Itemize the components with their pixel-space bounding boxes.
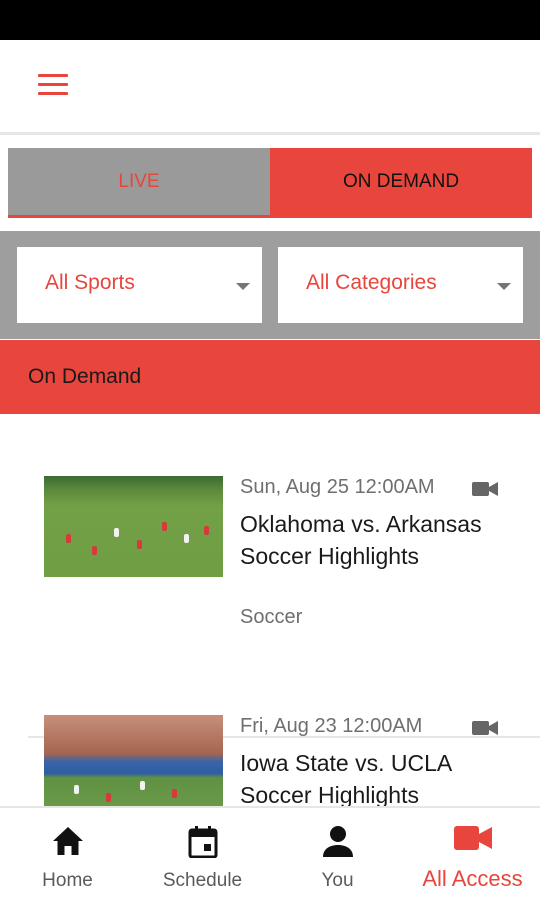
calendar-icon [188, 826, 217, 858]
tab-live[interactable]: LIVE [8, 148, 270, 215]
player-figure [92, 546, 97, 555]
nav-home[interactable]: Home [0, 808, 135, 900]
section-title: On Demand [28, 365, 142, 388]
player-figure [140, 781, 145, 790]
dropdown-arrow-icon [236, 283, 250, 290]
nav-home-label: Home [42, 870, 93, 891]
app-bar [0, 40, 540, 135]
bottom-navigation: Home Schedule You All Access [0, 806, 540, 900]
player-figure [66, 534, 71, 543]
tab-on-demand[interactable]: ON DEMAND [270, 148, 532, 215]
player-figure [114, 528, 119, 537]
content-tabs: LIVE ON DEMAND [8, 148, 532, 218]
section-header: On Demand [0, 340, 540, 414]
item-title: Oklahoma vs. Arkansas Soccer Highlights [240, 511, 482, 569]
item-title: Iowa State vs. UCLA Soccer Highlights [240, 750, 451, 806]
video-list: Sun, Aug 25 12:00AM Oklahoma vs. Arkansa… [0, 414, 540, 806]
player-figure [184, 534, 189, 543]
player-figure [74, 785, 79, 794]
menu-line [38, 83, 68, 86]
item-category: Soccer [240, 606, 303, 628]
player-figure [204, 526, 209, 535]
nav-you[interactable]: You [270, 808, 405, 900]
nav-schedule-label: Schedule [162, 870, 243, 891]
nav-all-access-label: All Access [422, 866, 523, 891]
menu-line [38, 92, 68, 95]
player-figure [162, 522, 167, 531]
item-date: Fri, Aug 23 12:00AM [240, 715, 423, 737]
player-figure [172, 789, 177, 798]
nav-all-access[interactable]: All Access [405, 808, 540, 900]
filter-bar: All Sports All Categories [0, 231, 540, 339]
person-icon [322, 826, 353, 857]
nav-you-label: You [321, 870, 354, 891]
categories-dropdown[interactable]: All Categories [278, 247, 523, 323]
video-thumbnail [44, 476, 223, 577]
video-thumbnail [44, 715, 223, 806]
player-figure [106, 793, 111, 802]
status-bar [0, 0, 540, 40]
hamburger-menu-icon[interactable] [36, 74, 72, 102]
video-camera-icon [472, 721, 498, 735]
video-camera-icon [453, 826, 492, 850]
video-camera-icon [472, 482, 498, 496]
categories-dropdown-value: All Categories [306, 271, 437, 294]
player-figure [137, 540, 142, 549]
sports-dropdown[interactable]: All Sports [17, 247, 262, 323]
nav-schedule[interactable]: Schedule [135, 808, 270, 900]
item-date: Sun, Aug 25 12:00AM [240, 476, 435, 498]
home-icon [52, 827, 83, 855]
menu-line [38, 74, 68, 77]
dropdown-arrow-icon [497, 283, 511, 290]
sports-dropdown-value: All Sports [45, 271, 135, 294]
